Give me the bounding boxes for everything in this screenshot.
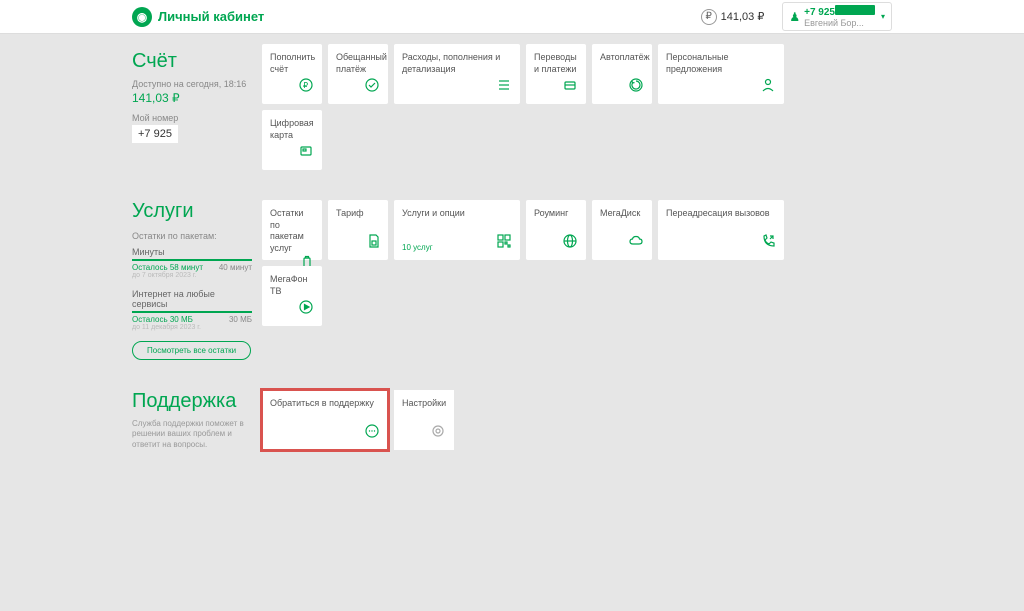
card-expenses[interactable]: Расходы, пополнения и детализация <box>394 44 520 104</box>
card-options[interactable]: Услуги и опции 10 услуг <box>394 200 520 260</box>
internet-bar <box>132 311 252 313</box>
header: ◉ Личный кабинет ₽ 141,03 ₽ ♟ +7 925 Евг… <box>0 0 1024 34</box>
user-icon: ♟ <box>789 10 800 24</box>
user-name: Евгений Бор... <box>804 18 875 28</box>
autopay-icon <box>628 77 644 96</box>
brand-logo[interactable]: ◉ Личный кабинет <box>132 7 264 27</box>
card-autopay[interactable]: Автоплатёж <box>592 44 652 104</box>
card-megafontv[interactable]: МегаФон ТВ <box>262 266 322 326</box>
chevron-down-icon: ▾ <box>881 12 885 21</box>
brand-title: Личный кабинет <box>158 9 264 24</box>
packages-label: Остатки по пакетам: <box>132 231 252 241</box>
card-digital[interactable]: Цифровая карта <box>262 110 322 170</box>
internet-block: Интернет на любые сервисы Осталось 30 МБ… <box>132 289 252 331</box>
cloud-icon <box>628 233 644 252</box>
support-desc: Служба поддержки поможет в решении ваших… <box>132 419 252 450</box>
promised-icon <box>364 77 380 96</box>
play-icon <box>298 299 314 318</box>
mynum-label: Мой номер <box>132 113 252 123</box>
transfer-icon <box>562 77 578 96</box>
view-all-button[interactable]: Посмотреть все остатки <box>132 341 251 360</box>
card-forward[interactable]: Переадресация вызовов <box>658 200 784 260</box>
card-megadisk[interactable]: МегаДиск <box>592 200 652 260</box>
ruble-circle-icon: ₽ <box>298 77 314 96</box>
card-transfers[interactable]: Переводы и платежи <box>526 44 586 104</box>
card-roaming[interactable]: Роуминг <box>526 200 586 260</box>
available-label: Доступно на сегодня, 18:16 <box>132 79 252 89</box>
user-phone: +7 925 <box>804 7 835 18</box>
account-title: Счёт <box>132 50 252 73</box>
balance-value: 141,03 ₽ <box>721 10 765 23</box>
logo-icon: ◉ <box>132 7 152 27</box>
person-icon <box>760 77 776 96</box>
card-offers[interactable]: Персональные предложения <box>658 44 784 104</box>
card-settings[interactable]: Настройки <box>394 390 454 450</box>
user-menu[interactable]: ♟ +7 925 Евгений Бор... ▾ <box>782 2 892 31</box>
card-tariff[interactable]: Тариф <box>328 200 388 260</box>
gear-icon <box>430 423 446 442</box>
phone-forward-icon <box>760 233 776 252</box>
card-contact-support[interactable]: Обратиться в поддержку <box>262 390 388 450</box>
card-icon <box>298 143 314 162</box>
globe-icon <box>562 233 578 252</box>
support-title: Поддержка <box>132 390 252 413</box>
list-icon <box>496 77 512 96</box>
mynum-value: +7 925 <box>132 125 178 143</box>
card-remains[interactable]: Остатки по пакетам услуг <box>262 200 322 260</box>
qr-icon <box>496 233 512 252</box>
services-title: Услуги <box>132 200 252 223</box>
account-section: Счёт Доступно на сегодня, 18:16 141,03 ₽… <box>132 44 892 170</box>
chat-icon <box>364 423 380 442</box>
services-section: Услуги Остатки по пакетам: Минуты Остало… <box>132 200 892 360</box>
card-promised[interactable]: Обещанный платёж <box>328 44 388 104</box>
support-section: Поддержка Служба поддержки поможет в реш… <box>132 390 892 450</box>
minutes-block: Минуты Осталось 58 минут40 минут до 7 ок… <box>132 247 252 279</box>
svg-text:₽: ₽ <box>303 81 308 90</box>
phone-mask <box>835 5 875 15</box>
minutes-bar <box>132 259 252 261</box>
sim-icon <box>366 233 380 252</box>
account-amount: 141,03 ₽ <box>132 91 252 105</box>
ruble-icon: ₽ <box>701 9 717 25</box>
card-topup[interactable]: Пополнить счёт ₽ <box>262 44 322 104</box>
header-balance[interactable]: ₽ 141,03 ₽ <box>701 9 765 25</box>
